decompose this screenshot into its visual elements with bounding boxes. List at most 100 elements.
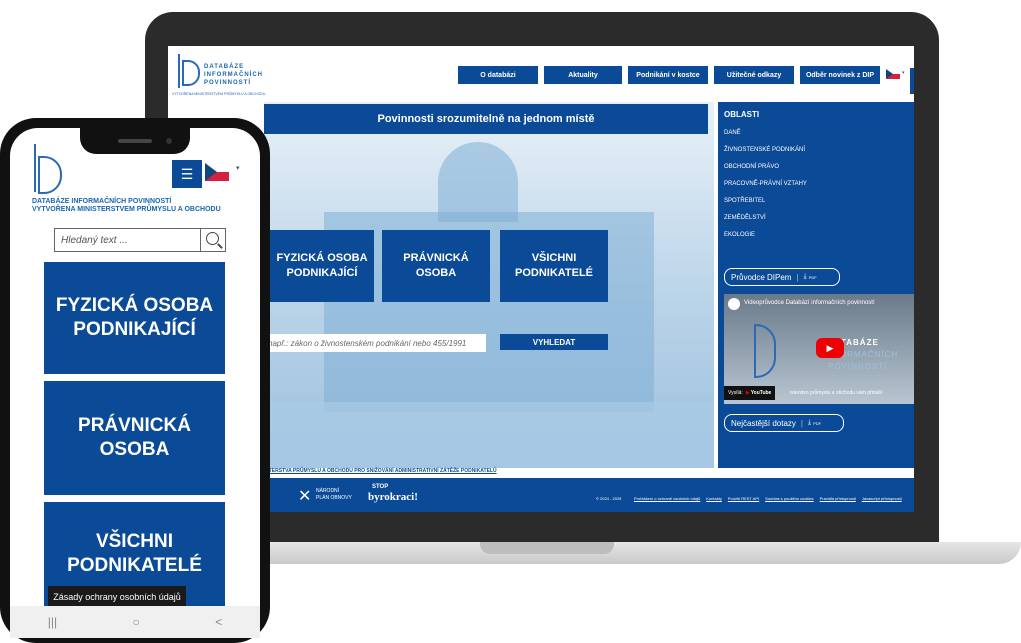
desktop-header: DATABÁZE INFORMAČNÍCH POVINNOSTÍ VYTVOŘE… — [168, 46, 914, 102]
logo-mark — [182, 60, 200, 86]
nav-aktuality[interactable]: Aktuality — [544, 66, 622, 84]
npo-icon: ✕ — [298, 488, 312, 505]
site-logo[interactable]: DATABÁZE INFORMAČNÍCH POVINNOSTÍ VYTVOŘE… — [172, 54, 282, 98]
area-spotrebitel[interactable]: SPOTŘEBITEL — [724, 198, 765, 204]
area-zemedelstvi[interactable]: ZEMĚDĚLSTVÍ — [724, 215, 766, 221]
hero-banner: Povinnosti srozumitelně na jednom místě — [264, 104, 708, 134]
mobile-category-fyzicka-osoba[interactable]: FYZICKÁ OSOBA PODNIKAJÍCÍ — [44, 262, 225, 374]
area-obchodni-pravo[interactable]: OBCHODNÍ PRÁVO — [724, 164, 779, 170]
areas-title: OBLASTI — [724, 110, 760, 119]
mobile-search-button[interactable] — [200, 228, 227, 252]
footer-subline[interactable]: ISTERSTVA PRŮMYSLU A OBCHODU PRO SNIŽOVÁ… — [264, 468, 714, 478]
mobile-logo-subtitle-1: DATABÁZE INFORMAČNÍCH POVINNOSTÍ — [32, 198, 172, 205]
area-pracovne-pravni[interactable]: PRACOVNĚ-PRÁVNÍ VZTAHY — [724, 181, 807, 187]
pdf-label: PDF — [813, 420, 822, 426]
video-channel-icon — [728, 298, 740, 310]
video-logo-line3: POVINNOSTÍ — [828, 362, 888, 371]
logo-line-1: DATABÁZE — [204, 64, 245, 70]
video-watch-on[interactable]: Vysílá: ▶ YouTube — [724, 386, 776, 400]
category-pravnicka-osoba[interactable]: PRÁVNICKÁ OSOBA — [382, 230, 490, 302]
nav-uzitecne-odkazy[interactable]: Užitečné odkazy — [714, 66, 794, 84]
header-edge-bar — [910, 68, 914, 94]
stop-line2: byrokraci! — [368, 491, 418, 503]
mobile-logo-subtitle-2: VYTVOŘENA MINISTERSTVEM PRŮMYSLU A OBCHO… — [32, 206, 221, 213]
stop-line1: STOP — [372, 484, 389, 490]
phone-speaker — [118, 139, 152, 143]
back-icon[interactable]: < — [215, 615, 222, 629]
npo-line2: PLÁN OBNOVY — [316, 495, 352, 501]
category-label-line2: OSOBA — [415, 267, 457, 279]
footer-link-rest-api[interactable]: Použití REST API — [728, 496, 759, 501]
footer-link-pristupnost[interactable]: Pravidla přístupnosti — [820, 496, 856, 501]
river — [264, 402, 714, 468]
download-icon: ⤓ — [808, 419, 812, 426]
areas-panel: OBLASTI DANĚ ŽIVNOSTENSKÉ PODNIKÁNÍ OBCH… — [718, 102, 914, 468]
npo-line1: NÁRODNÍ — [316, 488, 340, 494]
phone-camera — [166, 138, 172, 144]
category-vsichni-podnikatele[interactable]: VŠICHNI PODNIKATELÉ — [500, 230, 608, 302]
czech-flag-icon[interactable] — [886, 69, 900, 79]
mobile-language-dropdown-icon[interactable]: ▾ — [236, 164, 240, 172]
android-nav-bar: ||| ○ < — [10, 606, 260, 638]
logo-subtitle: VYTVOŘENA MINISTERSTVEM PRŮMYSLU A OBCHO… — [172, 92, 266, 96]
category-label-line1: FYZICKÁ OSOBA — [276, 252, 368, 264]
desktop-footer: ✕ NÁRODNÍ PLÁN OBNOVY STOP byrokraci! © … — [168, 478, 914, 512]
footer-link-js[interactable]: Javascript přístupnosti — [862, 496, 902, 501]
pill-divider: | — [800, 418, 803, 428]
search-button[interactable]: VYHLEDAT — [500, 334, 608, 350]
logo-line-2: INFORMAČNÍCH — [204, 72, 263, 78]
footer-link-cookies[interactable]: Souhlas s použitím cookies — [765, 496, 813, 501]
mobile-logo[interactable] — [32, 144, 82, 194]
nav-o-databazi[interactable]: O databázi — [458, 66, 538, 84]
video-title: Videoprůvodce Databází informačních povi… — [744, 300, 875, 306]
footer-link-kontakty[interactable]: Kontakty — [706, 496, 722, 501]
mobile-czech-flag-icon[interactable] — [205, 163, 229, 181]
category-label-line1: VŠICHNI — [531, 252, 577, 264]
category-label-line2: OSOBA — [99, 439, 170, 460]
area-dane[interactable]: DANĚ — [724, 130, 741, 136]
category-label-line2: PODNIKATELÉ — [514, 267, 594, 279]
mobile-category-pravnicka-osoba[interactable]: PRÁVNICKÁ OSOBA — [44, 381, 225, 495]
home-icon[interactable]: ○ — [133, 615, 140, 629]
category-label-line2: PODNIKATELÉ — [67, 555, 202, 576]
footer-link-gdpr[interactable]: Prohlášení o ochraně osobních údajů — [634, 496, 700, 501]
recent-apps-icon[interactable]: ||| — [48, 615, 57, 629]
play-icon[interactable]: ▶ — [816, 338, 844, 358]
guide-label: Průvodce DIPem — [731, 272, 792, 282]
search-icon-handle — [217, 243, 223, 249]
logo-mark-stem — [178, 54, 180, 88]
building-dome — [438, 142, 518, 222]
mobile-logo-stem — [34, 144, 36, 192]
category-label-line1: FYZICKÁ OSOBA — [55, 295, 214, 316]
mobile-logo-mark — [38, 156, 62, 194]
menu-icon[interactable]: ☰ — [172, 160, 202, 188]
faq-button[interactable]: Nejčastější dotazy | ⤓ PDF — [724, 414, 844, 432]
area-ekologie[interactable]: EKOLOGIE — [724, 232, 755, 238]
video-logo-mark — [754, 324, 776, 378]
pill-divider: | — [796, 272, 799, 282]
category-label-line2: PODNIKAJÍCÍ — [73, 319, 196, 340]
nav-podnikani-v-kostce[interactable]: Podnikání v kostce — [628, 66, 708, 84]
language-dropdown-icon[interactable]: ▾ — [902, 70, 905, 76]
category-fyzicka-osoba[interactable]: FYZICKÁ OSOBA PODNIKAJÍCÍ — [270, 230, 374, 302]
laptop-notch — [480, 542, 614, 554]
pdf-label: PDF — [808, 274, 817, 280]
category-label-line2: PODNIKAJÍCÍ — [286, 267, 358, 279]
youtube-icon: ▶ — [745, 390, 750, 396]
guide-button[interactable]: Průvodce DIPem | ⤓ PDF — [724, 268, 840, 286]
youtube-label: YouTube — [750, 390, 772, 396]
category-label-line1: PRÁVNICKÁ — [403, 252, 469, 264]
area-zivnostenske[interactable]: ŽIVNOSTENSKÉ PODNIKÁNÍ — [724, 147, 805, 153]
category-label-line1: VŠICHNI — [95, 531, 174, 552]
cookie-banner[interactable]: Zásady ochrany osobních údajů — [48, 586, 186, 608]
copyright: © 2024 - 2025 — [596, 496, 622, 501]
faq-label: Nejčastější dotazy — [731, 418, 796, 428]
laptop-screen: DATABÁZE INFORMAČNÍCH POVINNOSTÍ VYTVOŘE… — [168, 46, 914, 512]
category-label-line1: PRÁVNICKÁ — [78, 415, 191, 436]
nav-odber-novinek[interactable]: Odběr novinek z DIP — [800, 66, 880, 84]
video-watch-label: Vysílá: — [728, 390, 743, 396]
desktop-search-input[interactable]: např.: zákon o živnostenském podnikání n… — [264, 334, 486, 352]
video-player[interactable]: Videoprůvodce Databází informačních povi… — [724, 294, 914, 404]
footer-links: Prohlášení o ochraně osobních údajů Kont… — [634, 496, 914, 501]
video-caption: isterstvo průmyslu a obchodu vám přináší — [790, 390, 883, 396]
